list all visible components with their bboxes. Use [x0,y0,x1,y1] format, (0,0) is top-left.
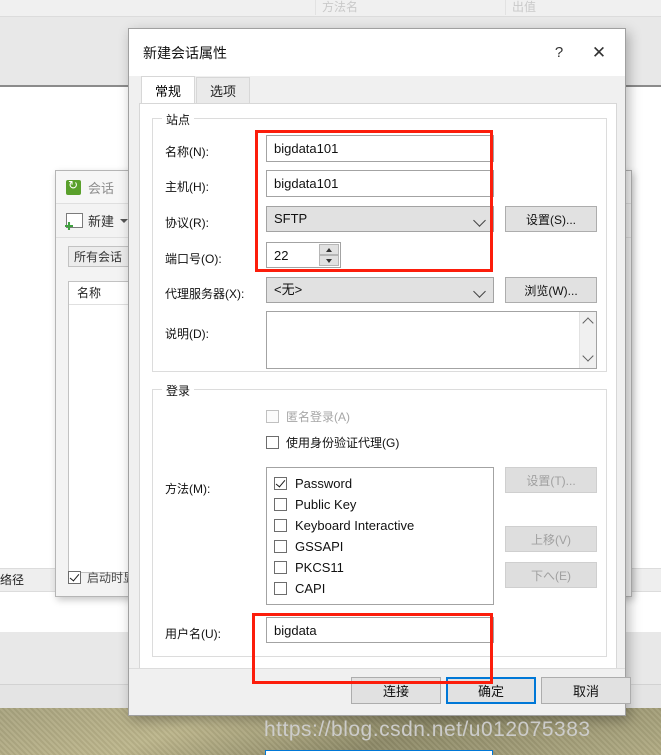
host-input[interactable]: bigdata101 [266,170,494,197]
description-scrollbar[interactable] [579,312,596,368]
dialog-title-bar: 新建会话属性 ? ✕ [129,29,625,76]
port-value: 22 [274,248,289,263]
method-capi-label: CAPI [295,581,326,596]
site-group-legend: 站点 [162,111,195,128]
new-session-button[interactable]: 新建 [66,211,114,230]
description-label: 说明(D): [165,327,209,341]
session-column-name-label: 名称 [77,286,102,300]
method-keyboard-interactive-checkbox[interactable] [274,519,287,532]
anonymous-login-label: 匿名登录(A) [286,410,350,424]
chevron-down-icon [473,214,486,227]
port-input[interactable]: 22 [266,242,341,268]
list-item[interactable]: Keyboard Interactive [274,515,493,536]
anonymous-login-checkbox [266,410,279,423]
port-stepper[interactable] [319,244,339,266]
dialog-title: 新建会话属性 [143,44,227,61]
name-label: 名称(N): [165,145,209,159]
name-input[interactable]: bigdata101 [266,135,494,162]
connect-button[interactable]: 连接 [351,677,441,704]
method-label: 方法(M): [165,482,211,496]
new-session-label: 新建 [88,214,115,229]
protocol-selected-value: SFTP [274,211,308,226]
host-label: 主机(H): [165,180,209,194]
session-panel-title-label: 会话 [88,180,115,196]
anonymous-login-checkbox-row: 匿名登录(A) [266,408,350,425]
proxy-select[interactable]: <无> [266,277,494,303]
move-up-button[interactable]: 上移(V) [505,526,597,552]
list-item[interactable]: Public Key [274,494,493,515]
auth-agent-label: 使用身份验证代理(G) [286,436,400,450]
stepper-up-icon[interactable] [319,244,339,255]
method-pkcs11-checkbox[interactable] [274,561,287,574]
background-column-header-method[interactable]: 方法名 [315,0,505,15]
session-properties-dialog: 新建会话属性 ? ✕ 常规 选项 站点 名称(N): bigdata101 主机… [128,28,631,755]
method-capi-checkbox[interactable] [274,582,287,595]
tab-general[interactable]: 常规 [141,76,196,103]
auth-agent-checkbox-row[interactable]: 使用身份验证代理(G) [266,434,399,451]
help-icon[interactable]: ? [539,38,579,68]
dialog-content: 站点 名称(N): bigdata101 主机(H): bigdata101 协… [139,103,617,755]
move-down-button[interactable]: 下へ(E) [505,562,597,588]
auth-method-list[interactable]: Password Public Key Keyboard Interactive… [266,467,494,605]
background-path-label: 络径 [0,573,25,587]
proxy-browse-button[interactable]: 浏览(W)... [505,277,597,303]
username-input[interactable]: bigdata [266,617,494,643]
login-group-legend: 登录 [162,382,195,399]
password-input[interactable]: ●●●●●●● [265,750,493,755]
scroll-down-icon[interactable] [580,350,596,366]
description-textarea[interactable] [266,311,597,369]
method-gssapi-label: GSSAPI [295,539,344,554]
port-label: 端口号(O): [165,252,222,266]
startup-checkbox[interactable] [68,571,81,584]
site-group: 站点 名称(N): bigdata101 主机(H): bigdata101 协… [152,111,607,372]
login-group: 登录 匿名登录(A) 使用身份验证代理(G) 方法(M): Password P… [152,382,607,657]
protocol-settings-button[interactable]: 设置(S)... [505,206,597,232]
list-item[interactable]: Password [274,473,493,494]
tab-options[interactable]: 选项 [196,77,251,103]
watermark: https://blog.csdn.net/u012075383 [264,718,591,741]
method-password-label: Password [295,476,353,491]
ok-button[interactable]: 确定 [446,677,536,704]
session-icon [66,178,81,195]
method-keyboard-interactive-label: Keyboard Interactive [295,518,415,533]
cancel-button[interactable]: 取消 [541,677,631,704]
scroll-up-icon[interactable] [580,314,596,330]
proxy-selected-value: <无> [274,282,303,297]
method-pkcs11-label: PKCS11 [295,560,344,575]
new-document-icon [66,213,83,228]
protocol-label: 协议(R): [165,216,209,230]
method-publickey-label: Public Key [295,497,357,512]
auth-agent-checkbox[interactable] [266,436,279,449]
list-item[interactable]: GSSAPI [274,536,493,557]
list-item[interactable]: CAPI [274,578,493,599]
chevron-down-icon [473,285,486,298]
method-password-checkbox[interactable] [274,477,287,490]
chevron-down-icon[interactable] [120,218,129,223]
stepper-down-icon[interactable] [319,255,339,266]
list-item[interactable]: PKCS11 [274,557,493,578]
method-publickey-checkbox[interactable] [274,498,287,511]
close-icon[interactable]: ✕ [579,38,619,68]
method-gssapi-checkbox[interactable] [274,540,287,553]
dialog-tab-strip: 常规 选项 [129,76,625,103]
protocol-select[interactable]: SFTP [266,206,494,232]
method-settings-button[interactable]: 设置(T)... [505,467,597,493]
background-column-header-value[interactable]: 出值 [505,0,661,15]
proxy-label: 代理服务器(X): [165,287,245,301]
dialog-footer: 连接 确定 取消 [129,668,631,715]
username-label: 用户名(U): [165,627,221,641]
